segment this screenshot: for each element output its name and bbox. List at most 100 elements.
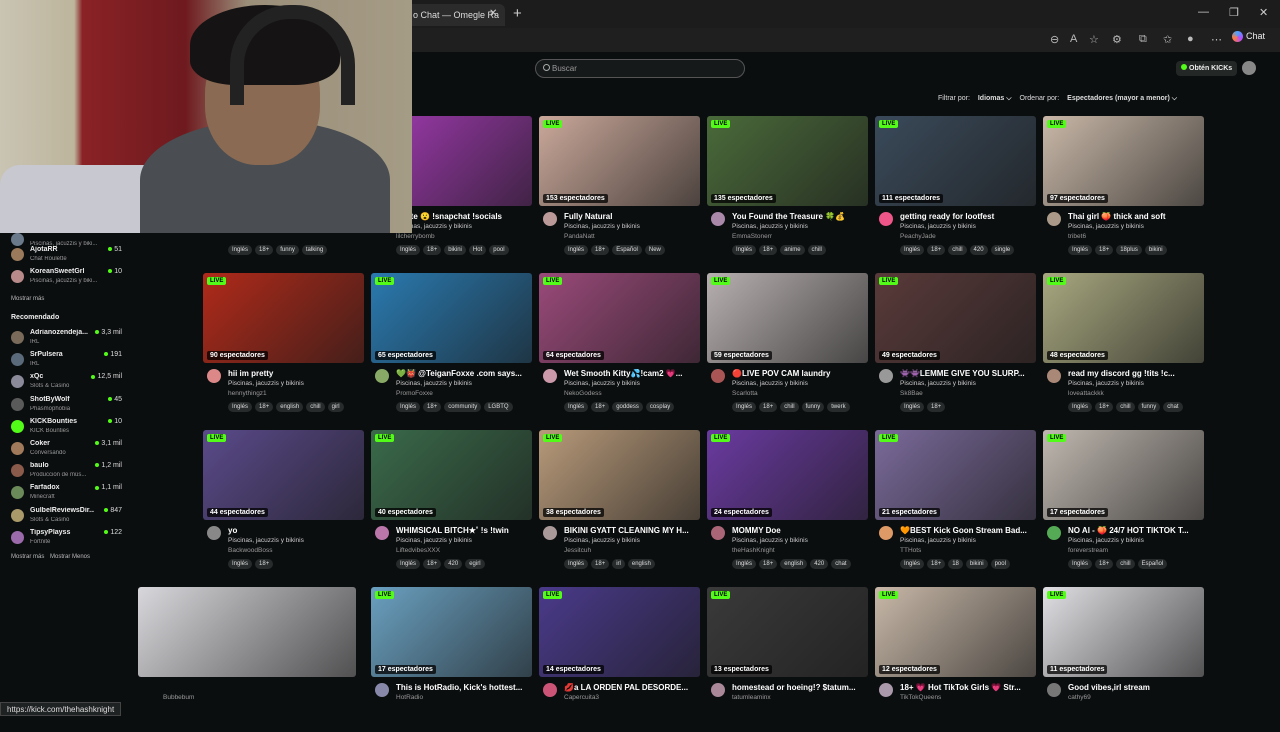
streamer-name[interactable]: tribet6	[1068, 233, 1086, 240]
minimize-icon[interactable]: —	[1198, 6, 1209, 18]
recommended-channel[interactable]: TipsyPlayss Fortnite 122	[0, 528, 132, 552]
streamer-avatar[interactable]	[879, 369, 893, 383]
stream-card[interactable]: LIVE 49 espectadores 👾👾LEMME GIVE YOU SLUR…	[875, 273, 1036, 418]
tag-chip[interactable]: english	[627, 559, 655, 569]
profile-icon[interactable]: ●	[1187, 33, 1194, 45]
tag-chip[interactable]: Inglés	[396, 402, 421, 412]
streamer-name[interactable]: BackwoodBoss	[228, 547, 272, 554]
tag-chip[interactable]: 18+	[759, 402, 778, 412]
stream-card[interactable]: LIVE 153 espectadores Fully Natural Piscina…	[539, 116, 700, 261]
tag-chip[interactable]: Inglés	[396, 559, 421, 569]
search-input[interactable]: Buscar	[535, 59, 745, 78]
streamer-name[interactable]: PromoFoxxe	[396, 390, 433, 397]
tag-chip[interactable]: chat	[831, 559, 851, 569]
stream-thumbnail[interactable]: LIVE 40 espectadores	[371, 430, 532, 520]
streamer-name[interactable]: PeachyJade	[900, 233, 936, 240]
tag-chip[interactable]: talking	[301, 245, 328, 255]
tab-close-icon[interactable]: ✕	[489, 8, 497, 19]
streamer-avatar[interactable]	[543, 526, 557, 540]
streamer-name[interactable]: cathy69	[1068, 694, 1091, 701]
stream-title[interactable]: 18+ 💗 Hot TikTok Girls 💗 Str...	[900, 683, 1034, 692]
stream-thumbnail[interactable]: LIVE 97 espectadores	[1043, 116, 1204, 206]
tag-chip[interactable]: 18+	[759, 559, 778, 569]
tag-chip[interactable]: pool	[990, 559, 1010, 569]
stream-category[interactable]: Piscinas, jacuzzis y bikinis	[396, 380, 472, 387]
tag-chip[interactable]: egirl	[465, 559, 485, 569]
tag-chip[interactable]: community	[444, 402, 482, 412]
stream-category[interactable]: Piscinas, jacuzzis y bikinis	[900, 537, 976, 544]
languages-dropdown[interactable]: Idiomas ⌵	[978, 95, 1012, 102]
extensions-icon[interactable]: ⚙	[1112, 33, 1122, 46]
tag-chip[interactable]: chill	[306, 402, 325, 412]
stream-card[interactable]: LIVE 135 espectadores You Found the Treasu…	[707, 116, 868, 261]
stream-title[interactable]: MOMMY Doe	[732, 526, 866, 535]
split-screen-icon[interactable]: ⧉	[1139, 33, 1147, 46]
tag-chip[interactable]: Inglés	[228, 245, 253, 255]
streamer-avatar[interactable]	[879, 526, 893, 540]
close-window-icon[interactable]: ✕	[1259, 6, 1268, 19]
stream-thumbnail[interactable]: LIVE 111 espectadores	[875, 116, 1036, 206]
stream-title[interactable]: Good vibes,irl stream	[1068, 683, 1202, 692]
tag-chip[interactable]: 18+	[927, 559, 946, 569]
stream-thumbnail[interactable]: LIVE 59 espectadores	[707, 273, 868, 363]
recommended-channel[interactable]: Coker Conversando 3,1 mil	[0, 439, 132, 463]
tag-chip[interactable]: girl	[327, 402, 344, 412]
stream-category[interactable]: Piscinas, jacuzzis y bikinis	[1068, 537, 1144, 544]
tag-chip[interactable]: 18+	[423, 402, 442, 412]
tag-chip[interactable]: funny	[801, 402, 825, 412]
stream-category[interactable]: Piscinas, jacuzzis y bikinis	[1068, 223, 1144, 230]
streamer-avatar[interactable]	[543, 683, 557, 697]
streamer-avatar[interactable]	[207, 526, 221, 540]
stream-card[interactable]: LIVE 11 espectadores Good vibes,irl stream…	[1043, 587, 1204, 732]
stream-title[interactable]: WHIMSICAL BITCH★˚ !s !twin	[396, 526, 530, 535]
stream-category[interactable]: Piscinas, jacuzzis y bikinis	[732, 223, 808, 230]
tag-chip[interactable]: LGBTQ	[484, 402, 513, 412]
stream-thumbnail[interactable]: LIVE 14 espectadores	[539, 587, 700, 677]
stream-card[interactable]: LIVE 48 espectadores read my discord gg !t…	[1043, 273, 1204, 418]
stream-title[interactable]: 👾👾LEMME GIVE YOU SLURP...	[900, 369, 1034, 378]
tag-chip[interactable]: Inglés	[228, 402, 253, 412]
streamer-name[interactable]: NekoGodess	[564, 390, 602, 397]
streamer-name[interactable]: TTHots	[900, 547, 921, 554]
tag-chip[interactable]: 18+	[423, 559, 442, 569]
streamer-name[interactable]: theHashKnight	[732, 547, 775, 554]
stream-thumbnail[interactable]: LIVE 65 espectadores	[371, 273, 532, 363]
tag-chip[interactable]: 18+	[1095, 559, 1114, 569]
new-tab-icon[interactable]: +	[513, 5, 522, 22]
stream-title[interactable]: Thai girl 🍑 thick and soft	[1068, 212, 1202, 221]
stream-title[interactable]: 🧡BEST Kick Goon Stream Bad...	[900, 526, 1034, 535]
tag-chip[interactable]: Español	[1137, 559, 1168, 569]
tag-chip[interactable]: 420	[444, 559, 463, 569]
tag-chip[interactable]: chill	[948, 245, 967, 255]
tag-chip[interactable]: funny	[276, 245, 299, 255]
following-channel[interactable]: AjotaRR Chat Roulette 51	[0, 245, 132, 269]
stream-thumbnail[interactable]: LIVE 13 espectadores	[707, 587, 868, 677]
restore-icon[interactable]: ❐	[1229, 6, 1239, 19]
tag-chip[interactable]: 18+	[255, 559, 274, 569]
stream-title[interactable]: This is HotRadio, Kick's hottest...	[396, 683, 530, 692]
tag-chip[interactable]: 18+	[927, 245, 946, 255]
stream-thumbnail[interactable]	[138, 587, 356, 677]
tag-chip[interactable]: 18+	[591, 559, 610, 569]
stream-card[interactable]: LIVE 13 espectadores homestead or hoeing!?…	[707, 587, 868, 732]
recommended-channel[interactable]: SrPulsera IRL 191	[0, 350, 132, 374]
favorites-icon[interactable]: ✩	[1163, 33, 1172, 46]
stream-card[interactable]: LIVE 97 espectadores Thai girl 🍑 thick and…	[1043, 116, 1204, 261]
streamer-name[interactable]: Bubbebum	[163, 694, 194, 701]
tag-chip[interactable]: twerk	[827, 402, 850, 412]
tag-chip[interactable]: 18+	[1095, 245, 1114, 255]
stream-category[interactable]: Piscinas, jacuzzis y bikinis	[900, 223, 976, 230]
tag-chip[interactable]: 18+	[759, 245, 778, 255]
recommended-channel[interactable]: Adrianozendeja... IRL 3,3 mil	[0, 328, 132, 352]
streamer-name[interactable]: loveattackkk	[1068, 390, 1104, 397]
recommended-channel[interactable]: ShotByWolf Phasmophobia 45	[0, 395, 132, 419]
stream-title[interactable]: yo	[228, 526, 362, 535]
stream-card[interactable]: LIVE 12 espectadores 18+ 💗 Hot TikTok Girl…	[875, 587, 1036, 732]
stream-title[interactable]: NO AI - 🍑 24/7 HOT TIKTOK T...	[1068, 526, 1202, 535]
tag-chip[interactable]: 18+	[927, 402, 946, 412]
recommended-channel[interactable]: Farfadox Minecraft 1,1 mil	[0, 483, 132, 507]
tag-chip[interactable]: Inglés	[1068, 559, 1093, 569]
streamer-avatar[interactable]	[711, 369, 725, 383]
streamer-avatar[interactable]	[207, 369, 221, 383]
stream-title[interactable]: 💚👹 @TeiganFoxxe .com says...	[396, 369, 530, 378]
